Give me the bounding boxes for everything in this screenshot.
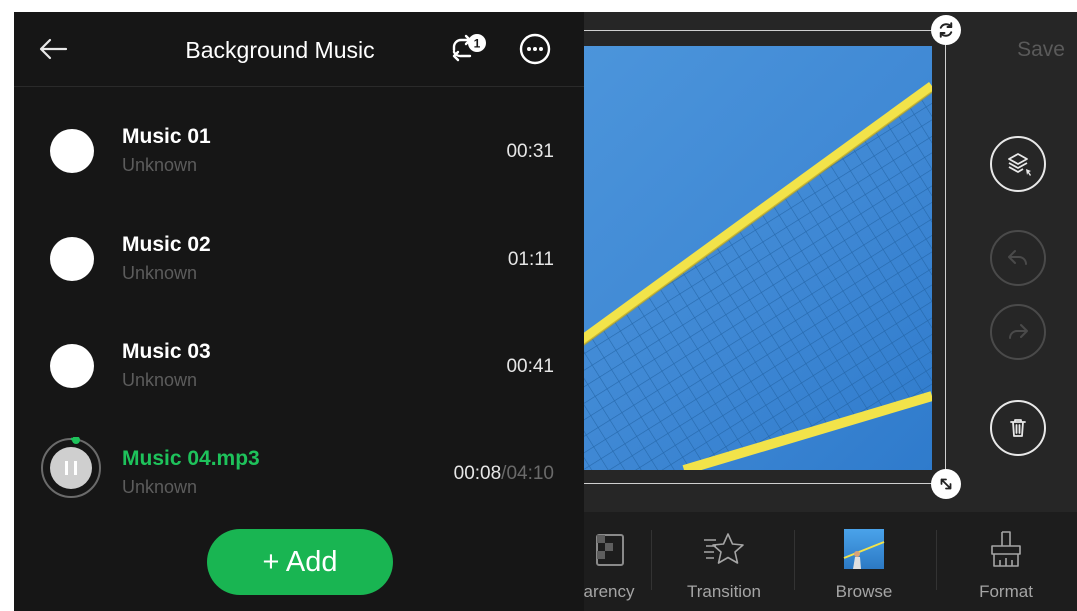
add-music-button[interactable]: + Add (207, 529, 393, 595)
track-name: Music 01 (122, 125, 211, 148)
track-name: Music 03 (122, 340, 211, 363)
divider (794, 530, 795, 590)
tab-label: Format (979, 582, 1033, 601)
tab-browse[interactable]: Browse (804, 526, 924, 606)
transition-star-icon (664, 526, 784, 572)
divider (651, 530, 652, 590)
music-disc-icon (50, 129, 94, 173)
track-artist: Unknown (122, 155, 198, 175)
background-music-panel: Background Music 1 Music 01 Unknown 00:3… (14, 12, 584, 611)
selection-box[interactable] (574, 30, 946, 484)
resize-handle-icon[interactable] (931, 469, 961, 499)
tab-label: Browse (835, 582, 893, 601)
track-elapsed: 00:08 (453, 463, 502, 484)
track-duration: 00:31 (506, 141, 554, 162)
panel-header: Background Music 1 (14, 12, 584, 87)
loop-badge: 1 (474, 37, 481, 51)
music-disc-icon (50, 344, 94, 388)
list-item[interactable]: Music 01 Unknown 00:31 (14, 99, 584, 203)
more-options-icon[interactable] (518, 32, 552, 66)
track-artist: Unknown (122, 370, 198, 390)
track-name: Music 04.mp3 (122, 447, 260, 470)
redo-icon[interactable] (990, 304, 1046, 360)
tab-format[interactable]: Format (946, 526, 1066, 606)
music-disc-icon (50, 237, 94, 281)
track-progress: 00:08/04:10 (454, 463, 554, 485)
list-item[interactable]: Music 02 Unknown 01:11 (14, 207, 584, 311)
undo-icon[interactable] (990, 230, 1046, 286)
format-brush-icon (946, 526, 1066, 572)
list-item[interactable]: Music 03 Unknown 00:41 (14, 314, 584, 418)
layers-select-icon[interactable] (990, 136, 1046, 192)
track-name: Music 02 (122, 233, 211, 256)
delete-icon[interactable] (990, 400, 1046, 456)
pause-icon[interactable] (40, 437, 102, 499)
rotate-handle-icon[interactable] (931, 15, 961, 45)
tab-transition[interactable]: Transition (664, 526, 784, 606)
track-total: /04:10 (501, 463, 554, 484)
tab-label: Transition (686, 582, 761, 601)
loop-once-icon[interactable]: 1 (448, 32, 488, 68)
browse-photo-icon (804, 526, 924, 572)
track-artist: Unknown (122, 263, 198, 283)
track-duration: 01:11 (507, 249, 554, 270)
track-duration: 00:41 (506, 356, 554, 377)
list-item-playing[interactable]: Music 04.mp3 Unknown 00:08/04:10 (14, 421, 584, 525)
app-frame: Save arency Transition Browse Format Bac… (14, 12, 1077, 611)
track-artist: Unknown (122, 477, 198, 497)
divider (936, 530, 937, 590)
